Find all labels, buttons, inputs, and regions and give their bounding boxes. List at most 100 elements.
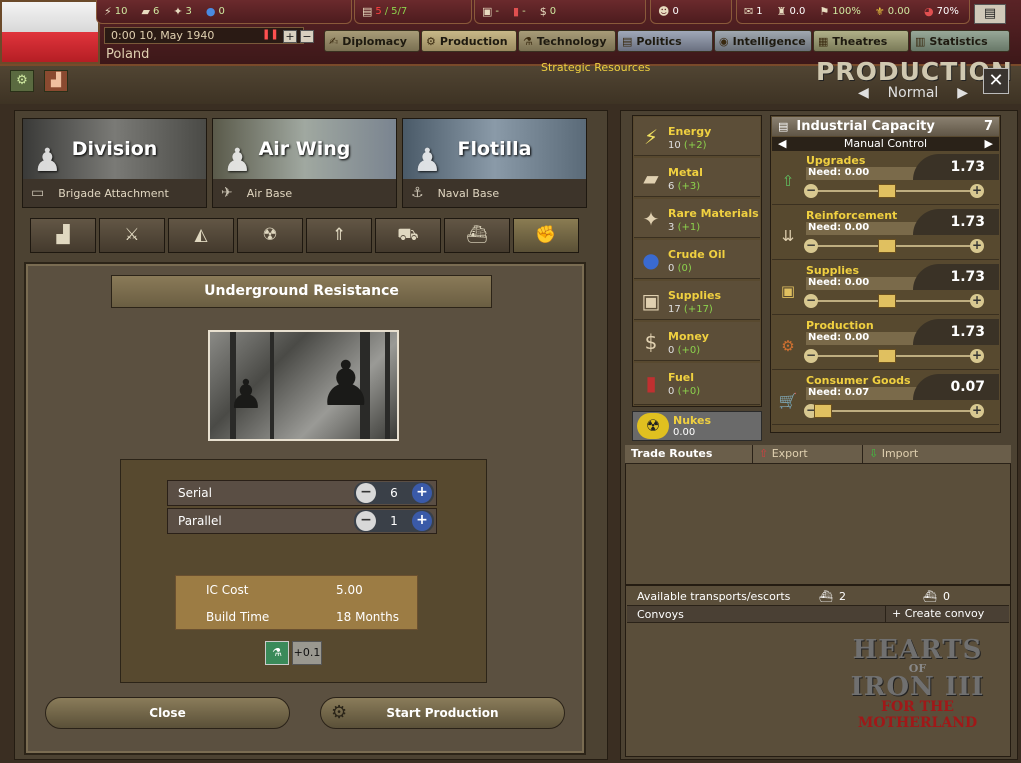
ic-slider[interactable]: − + — [804, 404, 984, 418]
dissent-indicator[interactable]: ⚑ 100% — [812, 5, 867, 18]
plus-icon[interactable]: + — [970, 349, 984, 363]
category-naval-yard[interactable]: ⛟ — [375, 218, 441, 253]
chevron-left-icon[interactable]: ◀ — [778, 137, 786, 151]
ic-slider[interactable]: − + — [804, 239, 984, 253]
parallel-value[interactable]: 1 — [376, 514, 412, 528]
category-nuclear[interactable]: ☢ — [237, 218, 303, 253]
ic-slider[interactable]: − + — [804, 349, 984, 363]
pause-icon[interactable]: ❚❚ — [262, 29, 279, 40]
manpower-icon: ☻ — [658, 5, 670, 18]
crude-oil-resource[interactable]: ● 0 — [199, 5, 232, 18]
resource-nukes[interactable]: ☢ Nukes 0.00 — [632, 411, 762, 441]
ic-control-selector[interactable]: ◀ Manual Control ▶ — [772, 137, 999, 151]
category-artillery[interactable]: ⚔ — [99, 218, 165, 253]
resource-crude-oil[interactable]: ● Crude Oil 0 (0) — [634, 240, 760, 279]
slider-handle[interactable] — [878, 294, 896, 308]
politics-icon: ▤ — [622, 34, 633, 48]
resource-metal[interactable]: ▰ Metal 6 (+3) — [634, 158, 760, 197]
speed-up-button[interactable]: + — [283, 30, 297, 43]
energy-icon: ⚡ — [643, 125, 659, 149]
tab-diplomacy[interactable]: ✍ Diplomacy — [324, 30, 420, 52]
rare-materials-icon: ✦ — [173, 5, 183, 18]
resource-energy[interactable]: ⚡ Energy 10 (+2) — [634, 117, 760, 156]
tab-politics[interactable]: ▤ Politics — [617, 30, 713, 52]
serial-decrease-button[interactable]: − — [356, 483, 376, 503]
slider-handle[interactable] — [878, 184, 896, 198]
status-bar: ✉ 1 ♜ 0.0 ⚑ 100% ⚜ 0.00 ◕ 70% — [736, 0, 970, 24]
tab-intelligence[interactable]: ◉ Intelligence — [714, 30, 812, 52]
minus-icon[interactable]: − — [804, 294, 818, 308]
unit-card-division[interactable]: ♟ Division ▭ Brigade Attachment — [22, 118, 207, 208]
category-resistance[interactable]: ✊ — [513, 218, 579, 253]
diplomacy-influence[interactable]: ✉ 1 — [737, 5, 770, 18]
export-column[interactable]: ⇧ Export — [753, 445, 863, 463]
unit-card-flotilla[interactable]: ♟ Flotilla ⚓ Naval Base — [402, 118, 587, 208]
minus-icon[interactable]: − — [804, 239, 818, 253]
slider-handle[interactable] — [878, 349, 896, 363]
serial-increase-button[interactable]: + — [412, 483, 432, 503]
crude-oil-icon: ● — [205, 5, 216, 18]
resource-fuel[interactable]: ▮ Fuel 0 (+0) — [634, 363, 760, 405]
supplies-icon: ▣ — [780, 282, 796, 300]
fuel-resource[interactable]: ▮ - — [506, 5, 533, 18]
tab-production[interactable]: ⚙ Production — [421, 30, 517, 52]
supplies-icon: ▣ — [482, 5, 493, 18]
plus-icon[interactable]: + — [970, 404, 984, 418]
resource-supplies[interactable]: ▣ Supplies 17 (+17) — [634, 281, 760, 320]
ic-indicator[interactable]: ▤ 5/5/7 — [354, 0, 472, 24]
resource-money[interactable]: $ Money 0 (+0) — [634, 322, 760, 361]
close-button[interactable]: Close — [45, 697, 290, 729]
energy-resource[interactable]: ⚡ 10 — [97, 5, 134, 18]
leadership-indicator[interactable]: ⚜ 0.00 — [868, 5, 917, 18]
gears-icon: ⚙ — [781, 337, 795, 355]
production-settings-button[interactable]: ⚙ — [10, 70, 34, 92]
statistics-icon: ▥ — [915, 34, 926, 48]
slider-handle[interactable] — [878, 239, 896, 253]
category-warship[interactable]: ⛴ — [444, 218, 510, 253]
plus-icon[interactable]: + — [970, 184, 984, 198]
unit-card-air-wing[interactable]: ♟ Air Wing ✈ Air Base — [212, 118, 397, 208]
country-flag[interactable] — [0, 0, 100, 64]
plus-icon[interactable]: + — [970, 239, 984, 253]
tab-statistics[interactable]: ▥ Statistics — [910, 30, 1010, 52]
chevron-right-icon[interactable]: ▶ — [985, 137, 993, 151]
national-unity-indicator[interactable]: ◕ 70% — [917, 5, 966, 18]
serial-value[interactable]: 6 — [376, 486, 412, 500]
resource-rare-materials[interactable]: ✦ Rare Materials 3 (+1) — [634, 199, 760, 238]
close-window-button[interactable]: ✕ — [983, 68, 1009, 94]
slider-handle[interactable] — [814, 404, 832, 418]
manpower-indicator[interactable]: ☻ 0 — [650, 0, 732, 24]
minus-icon[interactable]: − — [804, 184, 818, 198]
checkered-flag-icon: ⚑ — [819, 5, 830, 18]
metal-resource[interactable]: ▰ 6 — [134, 5, 166, 18]
category-rocket[interactable]: ⇑ — [306, 218, 372, 253]
ic-slider[interactable]: − + — [804, 184, 984, 198]
factory-queue-button[interactable]: ▟ — [44, 70, 68, 92]
parallel-decrease-button[interactable]: − — [356, 511, 376, 531]
rare-materials-resource[interactable]: ✦ 3 — [166, 5, 199, 18]
tab-theatres[interactable]: ▦ Theatres — [813, 30, 909, 52]
rare-materials-icon: ✦ — [642, 207, 660, 231]
menu-button[interactable]: ▤ — [974, 4, 1006, 24]
minus-icon[interactable]: − — [804, 349, 818, 363]
plus-icon[interactable]: + — [970, 294, 984, 308]
money-resource[interactable]: $0 — [533, 5, 563, 18]
chevron-left-icon[interactable]: ◀ — [858, 85, 869, 101]
sailor-icon: ♟ — [413, 141, 442, 179]
category-industry[interactable]: ▟ — [30, 218, 96, 253]
create-convoy-button[interactable]: + Create convoy — [885, 606, 1009, 622]
production-mode-selector[interactable]: ◀ Normal ▶ — [858, 85, 968, 101]
speed-down-button[interactable]: − — [300, 30, 314, 43]
start-production-button[interactable]: ⚙ Start Production — [320, 697, 565, 729]
supplies-resource[interactable]: ▣ - — [475, 5, 506, 18]
chevron-right-icon[interactable]: ▶ — [957, 85, 968, 101]
category-radar[interactable]: ◭ — [168, 218, 234, 253]
parallel-increase-button[interactable]: + — [412, 511, 432, 531]
cost-summary: IC Cost 5.00 Build Time 18 Months — [175, 575, 418, 630]
bonus-value: +0.1 — [292, 641, 322, 665]
officers-indicator[interactable]: ♜ 0.0 — [770, 5, 813, 18]
rocket-icon: ⇑ — [331, 225, 347, 245]
tab-technology[interactable]: ⚗ Technology — [518, 30, 616, 52]
ic-slider[interactable]: − + — [804, 294, 984, 308]
import-column[interactable]: ⇩ Import — [863, 445, 1011, 463]
